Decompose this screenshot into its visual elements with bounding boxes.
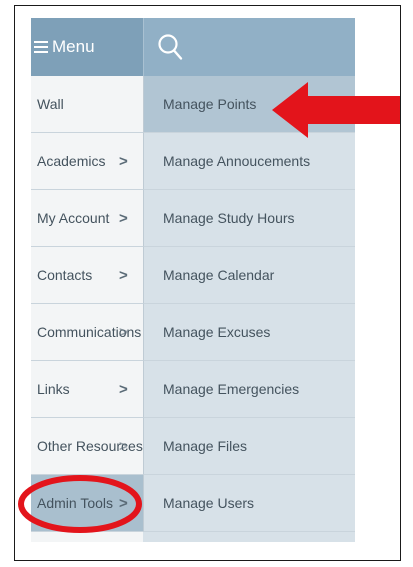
submenu-panel: Manage Points Manage Annoucements Manage… bbox=[143, 76, 355, 542]
submenu-item-label: Manage Points bbox=[163, 96, 257, 112]
chevron-right-icon: > bbox=[119, 209, 128, 227]
menu-item-academics[interactable]: Academics > bbox=[31, 133, 143, 190]
chevron-right-icon: > bbox=[119, 437, 128, 455]
chevron-right-icon: > bbox=[119, 323, 128, 341]
menu-item-links[interactable]: Links > bbox=[31, 361, 143, 418]
menu-item-communications[interactable]: Communications > bbox=[31, 304, 143, 361]
submenu-item-label: Manage Users bbox=[163, 495, 255, 511]
submenu-item-label: Manage Excuses bbox=[163, 324, 271, 340]
submenu-item-label: Manage Annoucements bbox=[163, 153, 311, 169]
submenu-item-manage-files[interactable]: Manage Files bbox=[143, 418, 355, 475]
menu-item-label: My Account bbox=[37, 210, 110, 226]
submenu-item-manage-emergencies[interactable]: Manage Emergencies bbox=[143, 361, 355, 418]
red-arrow-annotation bbox=[272, 82, 400, 138]
menu-item-other-resources[interactable]: Other Resources > bbox=[31, 418, 143, 475]
submenu-item-manage-study-hours[interactable]: Manage Study Hours bbox=[143, 190, 355, 247]
submenu-item-label: Manage Emergencies bbox=[163, 381, 300, 397]
submenu-item-label: Manage Calendar bbox=[163, 267, 275, 283]
chevron-right-icon: > bbox=[119, 266, 128, 284]
search-button[interactable] bbox=[143, 18, 355, 76]
menu-item-wall[interactable]: Wall bbox=[31, 76, 143, 133]
submenu-item-manage-annoucements[interactable]: Manage Annoucements bbox=[143, 133, 355, 190]
menu-item-label: Wall bbox=[37, 96, 64, 112]
menu-item-contacts[interactable]: Contacts > bbox=[31, 247, 143, 304]
chevron-right-icon: > bbox=[119, 380, 128, 398]
menu-label: Menu bbox=[52, 37, 95, 56]
submenu-item-manage-excuses[interactable]: Manage Excuses bbox=[143, 304, 355, 361]
submenu-item-label: Manage Study Hours bbox=[163, 210, 295, 226]
submenu-item-label: Manage Files bbox=[163, 438, 248, 454]
hamburger-icon bbox=[34, 38, 48, 56]
submenu-item-manage-calendar[interactable]: Manage Calendar bbox=[143, 247, 355, 304]
menu-item-label: Academics bbox=[37, 153, 106, 169]
menu-item-label: Contacts bbox=[37, 267, 93, 283]
submenu-item-manage-users[interactable]: Manage Users bbox=[143, 475, 355, 532]
chevron-right-icon: > bbox=[119, 152, 128, 170]
menu-item-label: Links bbox=[37, 381, 70, 397]
menu-item-my-account[interactable]: My Account > bbox=[31, 190, 143, 247]
search-icon bbox=[158, 34, 183, 60]
menu-button[interactable]: Menu bbox=[31, 18, 143, 76]
app-header: Menu bbox=[31, 18, 355, 76]
main-menu: Wall Academics > My Account > Contacts >… bbox=[31, 76, 143, 542]
red-circle-annotation bbox=[18, 475, 142, 533]
